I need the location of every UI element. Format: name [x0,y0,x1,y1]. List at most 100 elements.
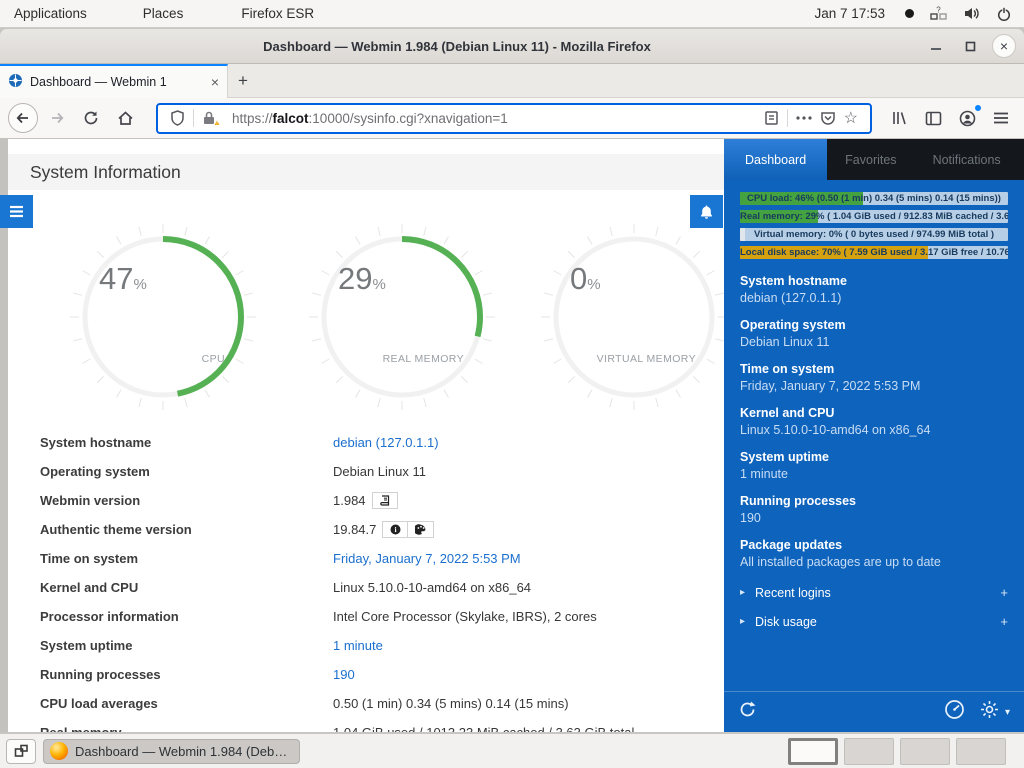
tab-close-icon[interactable]: × [211,74,219,90]
page-title: System Information [30,154,724,190]
refresh-icon[interactable] [738,700,757,724]
time-link[interactable]: Friday, January 7, 2022 5:53 PM [333,551,521,566]
account-notification-dot [975,105,981,111]
tab-dashboard-sidebar[interactable]: Dashboard [724,139,827,180]
table-row: System uptime 1 minute [8,631,724,660]
sidebar-toggle-icon[interactable] [918,103,948,133]
taskbar: Dashboard — Webmin 1.984 (Deb… [0,733,1024,768]
workspace-4[interactable] [956,738,1006,765]
workspace-switcher [788,738,1006,765]
cpu-gauge-value: 47% [99,261,147,297]
real-memory-gauge-label: REAL MEMORY [383,353,464,365]
theme-palette-button[interactable] [408,521,434,538]
workspace-2[interactable] [844,738,894,765]
gear-icon[interactable] [979,699,1000,725]
info-pair: Package updatesAll installed packages ar… [740,537,1008,571]
changelog-book-button[interactable] [372,492,398,509]
recent-logins-section[interactable]: ▸ Recent logins + [740,585,1008,600]
firefox-esr-menu[interactable]: Firefox ESR [227,0,328,27]
home-button[interactable] [110,103,140,133]
real-memory-meter: Real memory: 29% ( 1.04 GiB used / 912.8… [740,210,1008,223]
sidebar-menu-button[interactable] [0,195,33,228]
applications-menu[interactable]: Applications [0,0,101,27]
expand-plus-icon[interactable]: + [1000,585,1008,600]
table-row: Running processes 190 [8,660,724,689]
info-pair: Time on systemFriday, January 7, 2022 5:… [740,361,1008,395]
processes-link[interactable]: 190 [333,667,355,682]
tab-title: Dashboard — Webmin 1 [30,75,204,89]
virtual-memory-gauge-label: VIRTUAL MEMORY [597,353,696,365]
disk-usage-section[interactable]: ▸ Disk usage + [740,614,1008,629]
new-tab-button[interactable]: + [228,64,258,98]
window-list-button[interactable]: Dashboard — Webmin 1.984 (Deb… [43,739,300,764]
shield-icon[interactable] [170,110,185,126]
table-row: Webmin version 1.984 [8,486,724,515]
account-icon[interactable] [952,103,982,133]
real-memory-gauge: 29% REAL MEMORY [302,217,502,417]
minimize-button[interactable] [924,34,948,58]
clock[interactable]: Jan 7 17:53 [814,6,885,21]
record-indicator-icon [905,9,914,18]
desktop: Applications Places Firefox ESR Jan 7 17… [0,0,1024,768]
webmin-page: System Information 47% CPU 29% REAL MEMO… [0,139,1024,732]
more-options-icon[interactable] [796,116,812,120]
table-row: Real memory 1.04 GiB used / 1013.23 MiB … [8,718,724,732]
webmin-sidebar: Dashboard Favorites Notifications CPU lo… [724,139,1024,732]
info-pair: Operating systemDebian Linux 11 [740,317,1008,351]
volume-icon[interactable] [963,6,980,21]
tab-favorites[interactable]: Favorites [827,139,914,180]
hostname-link[interactable]: debian (127.0.1.1) [333,435,439,450]
table-row: System hostname debian (127.0.1.1) [8,428,724,457]
places-menu[interactable]: Places [129,0,198,27]
url-bar[interactable]: ! https://falcot:10000/sysinfo.cgi?xnavi… [156,103,872,134]
workspace-3[interactable] [900,738,950,765]
svg-text:!: ! [216,121,217,126]
theme-info-button[interactable]: i [382,521,408,538]
virtual-memory-gauge-value: 0% [570,261,601,297]
close-button[interactable]: × [992,34,1016,58]
virtual-memory-meter: Virtual memory: 0% ( 0 bytes used / 974.… [740,228,1008,241]
pocket-icon[interactable] [820,110,836,126]
maximize-button[interactable] [958,34,982,58]
cpu-gauge: 47% CPU [63,217,263,417]
gear-dropdown-caret-icon[interactable]: ▾ [1005,707,1010,718]
tab-bar: Dashboard — Webmin 1 × + [0,64,1024,98]
firefox-title-bar: Dashboard — Webmin 1.984 (Debian Linux 1… [0,29,1024,64]
table-row: Time on system Friday, January 7, 2022 5… [8,544,724,573]
expand-plus-icon[interactable]: + [1000,614,1008,629]
table-row: Kernel and CPU Linux 5.10.0-10-amd64 on … [8,573,724,602]
sidebar-info-list: System hostnamedebian (127.0.1.1) Operat… [740,273,1008,571]
info-pair: System uptime1 minute [740,449,1008,483]
reload-button[interactable] [76,103,106,133]
speedometer-icon[interactable] [944,699,965,725]
page-header: System Information [8,154,724,190]
expand-triangle-icon: ▸ [740,616,745,627]
show-desktop-button[interactable] [6,739,36,764]
network-status-icon[interactable]: ? [930,6,947,21]
forward-button[interactable] [42,103,72,133]
uptime-link[interactable]: 1 minute [333,638,383,653]
window-title: Dashboard — Webmin 1.984 (Debian Linux 1… [0,29,914,64]
sidebar-tabs: Dashboard Favorites Notifications [724,139,1024,180]
library-icon[interactable] [884,103,914,133]
menu-icon[interactable] [986,103,1016,133]
power-icon[interactable] [996,6,1012,22]
info-pair: Kernel and CPULinux 5.10.0-10-amd64 on x… [740,405,1008,439]
firefox-icon [50,742,68,760]
tab-dashboard[interactable]: Dashboard — Webmin 1 × [0,64,228,98]
workspace-1[interactable] [788,738,838,765]
tab-notifications[interactable]: Notifications [915,139,1019,180]
cpu-load-meter: CPU load: 46% (0.50 (1 min) 0.34 (5 mins… [740,192,1008,205]
reader-mode-icon[interactable] [764,110,779,126]
gnome-top-bar: Applications Places Firefox ESR Jan 7 17… [0,0,1024,28]
info-pair: Running processes190 [740,493,1008,527]
svg-text:?: ? [936,6,941,15]
virtual-memory-gauge: 0% VIRTUAL MEMORY [534,217,734,417]
lock-warning-icon[interactable]: ! [202,110,220,126]
system-info-table: System hostname debian (127.0.1.1) Opera… [8,428,724,732]
table-row: Authentic theme version 19.84.7 i [8,515,724,544]
bookmark-star-icon[interactable]: ☆ [844,108,858,128]
url-text[interactable]: https://falcot:10000/sysinfo.cgi?xnaviga… [232,111,760,126]
navigation-toolbar: ! https://falcot:10000/sysinfo.cgi?xnavi… [0,98,1024,139]
back-button[interactable] [8,103,38,133]
